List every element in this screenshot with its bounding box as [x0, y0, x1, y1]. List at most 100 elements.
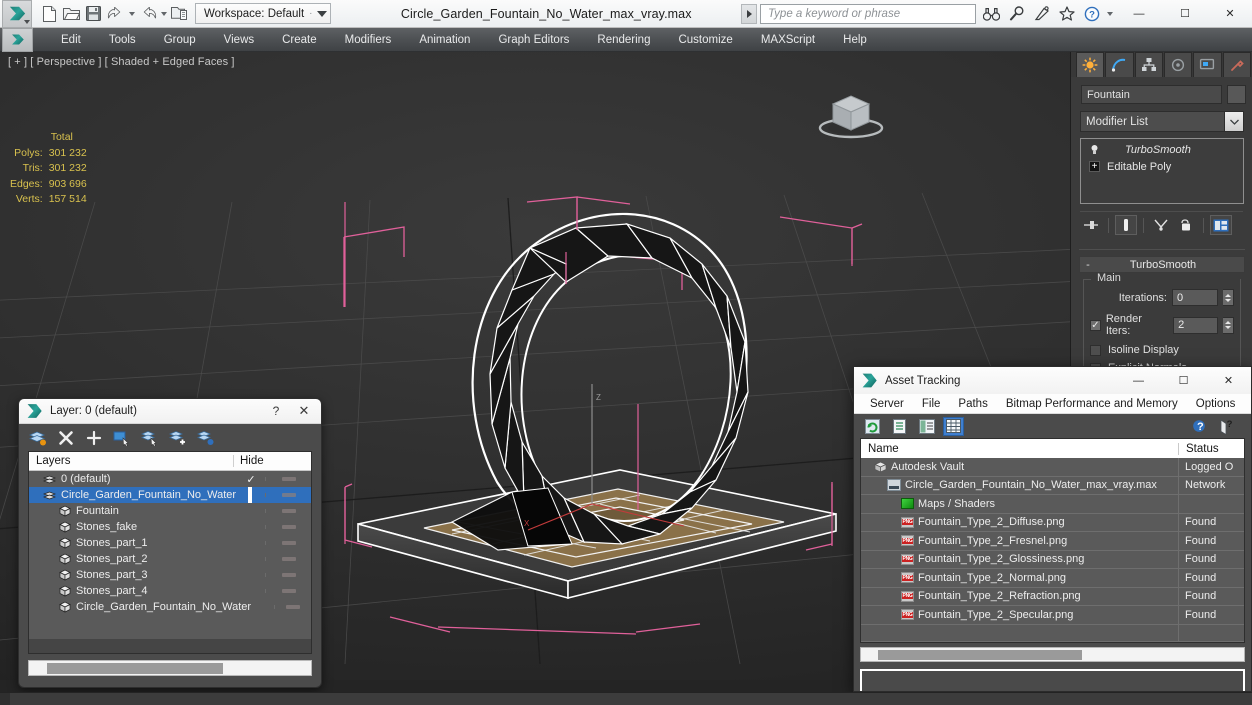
- asset-table[interactable]: Name Status Autodesk Vault Logged O Circ…: [860, 438, 1245, 643]
- display-tab[interactable]: [1193, 52, 1222, 77]
- menu-options[interactable]: Options: [1187, 394, 1245, 414]
- iterations-spinner[interactable]: [1223, 289, 1234, 306]
- table-row[interactable]: Circle_Garden_Fountain_No_Water_max_vray…: [861, 476, 1244, 495]
- create-tab[interactable]: [1076, 52, 1105, 77]
- iterations-input[interactable]: 0: [1172, 289, 1218, 306]
- hide-toggle[interactable]: [265, 573, 311, 577]
- table-row[interactable]: Fountain: [29, 503, 311, 519]
- current-layer-checkbox[interactable]: [237, 487, 265, 503]
- application-menu-button[interactable]: [2, 0, 32, 28]
- table-row[interactable]: Stones_part_1: [29, 535, 311, 551]
- object-color-swatch[interactable]: [1227, 85, 1246, 104]
- object-name-field[interactable]: Fountain: [1081, 85, 1222, 104]
- help-button[interactable]: ?: [263, 404, 289, 418]
- close-button[interactable]: ✕: [1208, 0, 1252, 28]
- menu-animation[interactable]: Animation: [405, 28, 484, 52]
- configure-modifier-sets-icon[interactable]: [1210, 215, 1232, 235]
- layer-dialog[interactable]: Layer: 0 (default) ? ✕ Layers Hide 0 (de…: [18, 398, 322, 688]
- hide-toggle[interactable]: [265, 541, 311, 545]
- pin-stack-icon[interactable]: [1080, 215, 1102, 235]
- save-file-icon[interactable]: [83, 3, 104, 24]
- table-row[interactable]: Stones_fake: [29, 519, 311, 535]
- menu-paths[interactable]: Paths: [949, 394, 996, 414]
- show-end-result-icon[interactable]: [1115, 215, 1137, 235]
- asset-horizontal-scrollbar[interactable]: [860, 646, 1245, 662]
- utilities-tab[interactable]: [1222, 52, 1251, 77]
- render-iters-checkbox[interactable]: ✓: [1090, 319, 1101, 331]
- redo-icon[interactable]: [137, 3, 158, 24]
- add-layer-icon[interactable]: [84, 428, 103, 447]
- menu-edit[interactable]: Edit: [47, 28, 95, 52]
- redo-dropdown-icon[interactable]: [159, 3, 168, 24]
- menu-server[interactable]: Server: [861, 394, 913, 414]
- grid-view-icon[interactable]: [943, 416, 964, 436]
- hide-toggle[interactable]: [265, 589, 311, 593]
- help-icon[interactable]: ?: [1189, 417, 1210, 436]
- minimize-button[interactable]: —: [1116, 367, 1161, 394]
- add-selection-to-layer-icon[interactable]: [168, 428, 187, 447]
- chevron-down-icon[interactable]: [317, 10, 328, 17]
- isoline-display-checkbox[interactable]: [1090, 344, 1101, 356]
- table-row[interactable]: PNG Fountain_Type_2_Glossiness.png Found: [861, 550, 1244, 569]
- new-file-icon[interactable]: [39, 3, 60, 24]
- modify-tab[interactable]: [1105, 52, 1134, 77]
- table-row[interactable]: PNG Fountain_Type_2_Specular.png Found: [861, 606, 1244, 625]
- menu-customize[interactable]: Customize: [664, 28, 746, 52]
- set-current-layer-icon[interactable]: [196, 428, 215, 447]
- table-row[interactable]: PNG Fountain_Type_2_Diffuse.png Found: [861, 513, 1244, 532]
- lightbulb-icon[interactable]: [1089, 144, 1100, 155]
- menu-maxscript[interactable]: MAXScript: [747, 28, 829, 52]
- view-cube[interactable]: [814, 82, 888, 142]
- menu-tools[interactable]: Tools: [95, 28, 150, 52]
- hide-toggle[interactable]: [265, 525, 311, 529]
- layer-list[interactable]: Layers Hide 0 (default) ✓ Circle_Garden_…: [28, 451, 312, 654]
- table-row[interactable]: Stones_part_2: [29, 551, 311, 567]
- menu-create[interactable]: Create: [268, 28, 331, 52]
- menu-rendering[interactable]: Rendering: [583, 28, 664, 52]
- expand-plus-icon[interactable]: +: [1089, 161, 1100, 172]
- minimize-button[interactable]: —: [1116, 0, 1162, 28]
- menu-group[interactable]: Group: [150, 28, 210, 52]
- scrollbar-thumb[interactable]: [878, 649, 1082, 660]
- make-unique-icon[interactable]: [1150, 215, 1172, 235]
- undo-icon[interactable]: [105, 3, 126, 24]
- stack-item-editable-poly[interactable]: + Editable Poly: [1081, 158, 1243, 175]
- table-row[interactable]: PNG Fountain_Type_2_Refraction.png Found: [861, 587, 1244, 606]
- star-icon[interactable]: [1055, 3, 1078, 25]
- table-row[interactable]: Maps / Shaders: [861, 495, 1244, 514]
- modifier-stack[interactable]: TurboSmooth + Editable Poly: [1080, 138, 1244, 204]
- table-row[interactable]: Autodesk Vault Logged O: [861, 458, 1244, 477]
- table-row[interactable]: Circle_Garden_Fountain_No_Water: [29, 599, 311, 615]
- motion-tab[interactable]: [1163, 52, 1193, 77]
- satellite-icon[interactable]: [1030, 3, 1053, 25]
- delete-layer-icon[interactable]: [56, 428, 75, 447]
- close-button[interactable]: ✕: [1206, 367, 1251, 394]
- workspace-selector[interactable]: Workspace: Default ·: [195, 3, 332, 24]
- maximize-button[interactable]: ☐: [1161, 367, 1206, 394]
- table-row[interactable]: Circle_Garden_Fountain_No_Water: [29, 487, 311, 503]
- hide-toggle[interactable]: [273, 605, 311, 609]
- table-row[interactable]: Stones_part_3: [29, 567, 311, 583]
- magnifier-icon[interactable]: [1005, 3, 1028, 25]
- detail-view-icon[interactable]: [916, 417, 937, 436]
- new-layer-icon[interactable]: [28, 428, 47, 447]
- render-iters-input[interactable]: 2: [1173, 316, 1219, 334]
- table-row[interactable]: 0 (default) ✓: [29, 471, 311, 487]
- hierarchy-tab[interactable]: [1134, 52, 1163, 77]
- layer-horizontal-scrollbar[interactable]: [28, 660, 312, 676]
- table-row[interactable]: PNG Fountain_Type_2_Fresnel.png Found: [861, 532, 1244, 551]
- hide-toggle[interactable]: [265, 557, 311, 561]
- render-iters-spinner[interactable]: [1223, 316, 1234, 334]
- scrollbar-thumb[interactable]: [47, 663, 223, 674]
- help-icon[interactable]: ?: [1080, 3, 1103, 25]
- menu-app-icon[interactable]: [2, 27, 33, 52]
- current-layer-check-icon[interactable]: ✓: [237, 473, 265, 486]
- menu-views[interactable]: Views: [210, 28, 268, 52]
- table-row[interactable]: Stones_part_4: [29, 583, 311, 599]
- close-button[interactable]: ✕: [289, 403, 319, 419]
- select-objects-in-layer-icon[interactable]: [112, 428, 131, 447]
- rollout-header[interactable]: - TurboSmooth: [1079, 256, 1245, 273]
- binoculars-icon[interactable]: [980, 3, 1003, 25]
- collapse-icon[interactable]: -: [1080, 259, 1096, 271]
- undo-dropdown-icon[interactable]: [127, 3, 136, 24]
